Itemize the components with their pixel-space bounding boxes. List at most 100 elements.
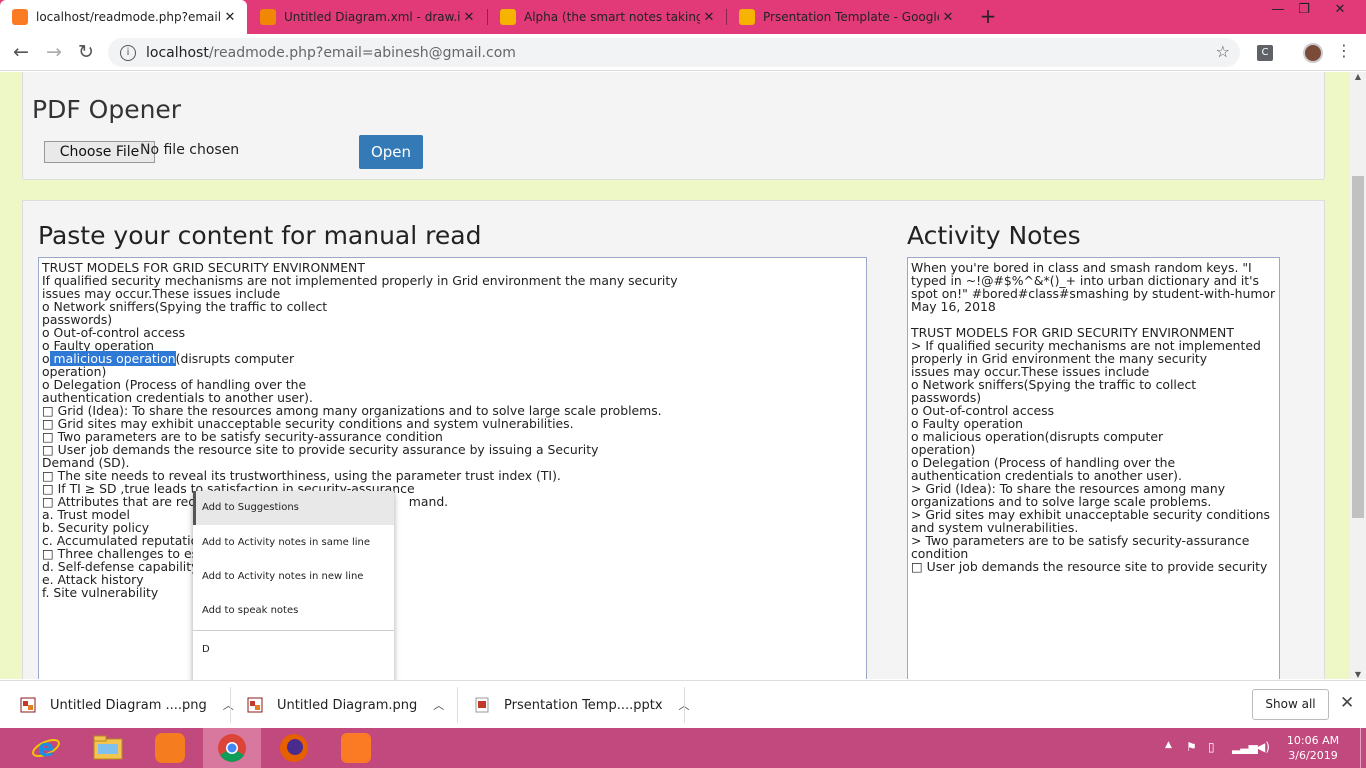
tab-drawio[interactable]: Untitled Diagram.xml - draw.io ✕ (248, 0, 486, 34)
browser-toolbar: ← → ↻ i localhost/readmode.php?email=abi… (0, 34, 1366, 71)
note-line: May 16, 2018 (911, 299, 996, 314)
file-explorer-icon[interactable] (79, 728, 137, 768)
taskbar: e ▲ ⚑ ▯ ▂▃▅ ◀) 10:06 AM 3/6/2019 (0, 728, 1366, 768)
chevron-up-icon[interactable]: ︿ (433, 697, 444, 713)
slides-icon (739, 9, 755, 25)
info-icon[interactable]: i (120, 44, 136, 61)
url-host: localhost (146, 44, 209, 61)
new-tab-button[interactable]: + (976, 4, 1000, 28)
close-icon[interactable]: ✕ (1340, 693, 1354, 713)
menu-item-speak-notes[interactable]: Add to speak notes (193, 594, 394, 628)
page-scrollbar[interactable]: ▲ ▼ (1350, 72, 1366, 679)
manual-read-textarea[interactable]: TRUST MODELS FOR GRID SECURITY ENVIRONME… (38, 257, 867, 679)
forward-icon[interactable]: → (42, 41, 66, 63)
drawio-icon (260, 9, 276, 25)
manual-read-title: Paste your content for manual read (38, 221, 482, 250)
scroll-thumb[interactable] (1352, 176, 1364, 518)
close-icon[interactable]: ✕ (939, 10, 957, 25)
window-close-icon[interactable]: ✕ (1328, 2, 1352, 17)
svg-text:e: e (38, 734, 54, 762)
address-bar[interactable]: i localhost/readmode.php?email=abinesh@g… (108, 38, 1240, 67)
menu-item-add-suggestions[interactable]: Add to Suggestions (193, 491, 394, 525)
close-icon[interactable]: ✕ (460, 10, 478, 25)
text-line: a. Trust model (42, 507, 130, 522)
note-line: □ User job demands the resource site to … (911, 559, 1268, 574)
network-icon[interactable]: ▯ (1208, 740, 1215, 754)
scroll-up-icon[interactable]: ▲ (1350, 72, 1366, 81)
menu-item-extra[interactable]: D (193, 633, 394, 667)
chevron-up-icon[interactable]: ▲ (1165, 740, 1172, 750)
tab-strip: localhost/readmode.php?email=a ✕ Untitle… (0, 0, 1366, 34)
tab-title: Untitled Diagram.xml - draw.io (284, 10, 460, 24)
flag-icon[interactable]: ⚑ (1186, 740, 1197, 754)
reload-icon[interactable]: ↻ (74, 41, 98, 63)
xampp-icon (12, 9, 28, 25)
signal-icon[interactable]: ▂▃▅ (1232, 740, 1258, 754)
pdf-opener-panel: PDF Opener Choose File No file chosen Op… (22, 72, 1325, 180)
download-item[interactable]: Prsentation Temp....pptx ︿ (474, 681, 690, 729)
file-status: No file chosen (140, 142, 240, 158)
image-file-icon (20, 697, 36, 713)
pdf-opener-title: PDF Opener (32, 95, 182, 124)
xampp-icon[interactable] (327, 728, 385, 768)
tab-title: Alpha (the smart notes taking we (524, 10, 700, 24)
tab-title: Prsentation Template - Google S (763, 10, 939, 24)
chrome-icon[interactable] (203, 728, 261, 768)
restore-icon[interactable]: ❐ (1292, 2, 1316, 17)
download-bar: Untitled Diagram ....png ︿ Untitled Diag… (0, 680, 1366, 728)
text-line: e. Attack history (42, 572, 144, 587)
star-icon[interactable]: ☆ (1216, 42, 1230, 61)
minimize-icon[interactable]: — (1266, 2, 1290, 17)
uc-browser-icon[interactable] (141, 728, 199, 768)
download-item[interactable]: Untitled Diagram ....png ︿ (20, 681, 234, 729)
text-line: o Out-of-control access (42, 325, 186, 340)
tab-title: localhost/readmode.php?email=a (36, 10, 221, 24)
activity-notes-textarea[interactable]: When you're bored in class and smash ran… (907, 257, 1280, 679)
avatar[interactable] (1303, 43, 1323, 63)
download-separator (684, 687, 685, 723)
image-file-icon (247, 697, 263, 713)
choose-file-button[interactable]: Choose File (44, 141, 155, 163)
pptx-file-icon (474, 697, 490, 713)
close-icon[interactable]: ✕ (700, 10, 718, 25)
scroll-down-icon[interactable]: ▼ (1350, 670, 1366, 679)
activity-notes-title: Activity Notes (907, 221, 1081, 250)
url-text[interactable]: localhost/readmode.php?email=abinesh@gma… (146, 45, 516, 61)
menu-item-activity-new-line[interactable]: Add to Activity notes in new line (193, 560, 394, 594)
show-desktop-button[interactable] (1360, 728, 1366, 768)
clock-time: 10:06 AM (1286, 734, 1340, 747)
back-icon[interactable]: ← (9, 41, 33, 63)
download-filename: Prsentation Temp....pptx (504, 697, 663, 713)
text-line: o malicious operation(disrupts computer (42, 351, 863, 366)
firefox-icon[interactable] (265, 728, 323, 768)
download-separator (457, 687, 458, 723)
text-fragment: (disrupts computer (175, 351, 295, 366)
open-button[interactable]: Open (359, 135, 423, 169)
menu-divider (193, 630, 394, 631)
text-line: o Network sniffers(Spying the traffic to… (42, 299, 328, 314)
tab-readmode[interactable]: localhost/readmode.php?email=a ✕ (0, 0, 247, 34)
show-all-button[interactable]: Show all (1252, 689, 1329, 720)
menu-item-activity-same-line[interactable]: Add to Activity notes in same line (193, 526, 394, 560)
download-filename: Untitled Diagram.png (277, 697, 418, 713)
system-clock[interactable]: 10:06 AM 3/6/2019 (1282, 733, 1344, 763)
menu-icon[interactable]: ⋮ (1336, 41, 1352, 60)
url-path: /readmode.php?email=abinesh@gmail.com (208, 44, 516, 61)
text-line: □ Attributes that are requ mand. (42, 494, 449, 509)
tab-alpha[interactable]: Alpha (the smart notes taking we ✕ (488, 0, 726, 34)
slides-icon (500, 9, 516, 25)
text-line: f. Site vulnerability (42, 585, 159, 600)
clock-date: 3/6/2019 (1288, 749, 1338, 762)
text-line: □ User job demands the resource site to … (42, 442, 599, 457)
extension-icon[interactable]: C (1257, 45, 1273, 61)
chevron-up-icon[interactable]: ︿ (223, 697, 234, 713)
download-separator (230, 687, 231, 723)
text-line: d. Self-defense capability (42, 559, 199, 574)
download-filename: Untitled Diagram ....png (50, 697, 207, 713)
download-item[interactable]: Untitled Diagram.png ︿ (247, 681, 444, 729)
volume-icon[interactable]: ◀) (1256, 740, 1270, 754)
ie-icon[interactable]: e (17, 728, 75, 768)
tab-presentation[interactable]: Prsentation Template - Google S ✕ (727, 0, 965, 34)
close-icon[interactable]: ✕ (221, 10, 239, 25)
context-menu: Add to Suggestions Add to Activity notes… (193, 491, 394, 691)
